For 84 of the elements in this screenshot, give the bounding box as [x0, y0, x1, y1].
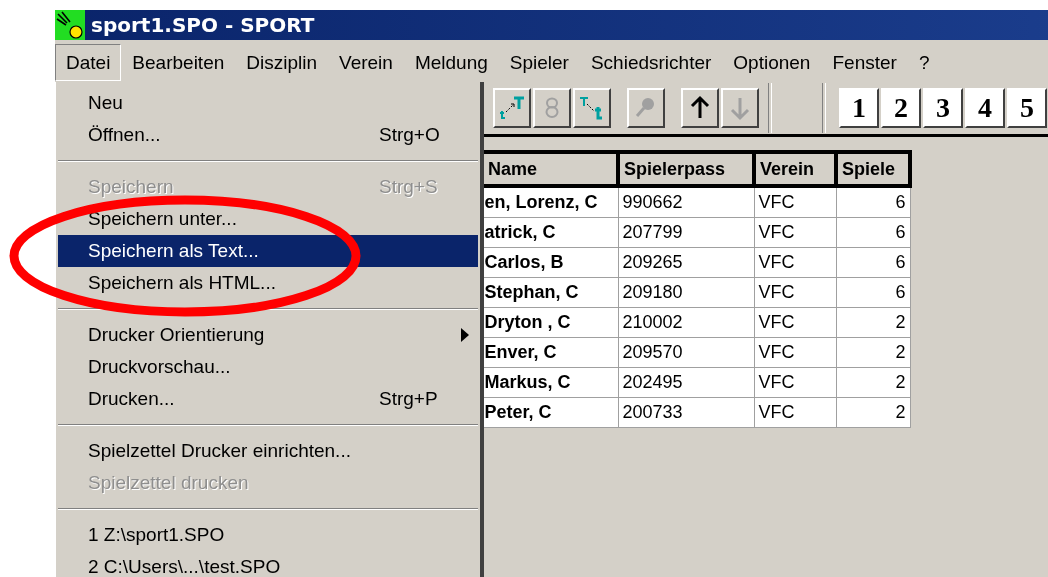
submenu-arrow-icon	[461, 328, 469, 342]
menu-entry-label: Spielzettel Drucker einrichten...	[88, 440, 351, 462]
table-cell: 200733	[618, 397, 754, 428]
table-cell: 6	[836, 247, 910, 278]
menu-item[interactable]: Verein	[328, 44, 404, 81]
menu-item[interactable]: ?	[907, 44, 941, 81]
menu-entry-label: Druckvorschau...	[88, 356, 231, 378]
column-header[interactable]: Spiele	[836, 152, 910, 186]
column-header[interactable]: Name	[482, 152, 618, 186]
table-cell: VFC	[754, 337, 836, 368]
menu-item[interactable]: Optionen	[722, 44, 822, 81]
menu-item[interactable]: Schiedsrichter	[579, 44, 723, 81]
table-cell: atrick, C	[482, 217, 618, 248]
app-logo-icon	[55, 10, 85, 40]
menu-item[interactable]: Spieler	[498, 44, 580, 81]
menu-entry-label: Speichern als Text...	[88, 240, 259, 262]
table-cell: 2	[836, 367, 910, 398]
table-cell: 209265	[618, 247, 754, 278]
menu-entry[interactable]: 1 Z:\sport1.SPO	[58, 519, 478, 551]
toolbar-button[interactable]	[681, 87, 719, 128]
table-cell: VFC	[754, 307, 836, 338]
menu-entry-label: 2 C:\Users\...\test.SPO	[88, 556, 281, 577]
table-cell: VFC	[754, 277, 836, 308]
table-cell: 6	[836, 277, 910, 308]
table-cell: 2	[836, 397, 910, 428]
table-cell: 207799	[618, 217, 754, 248]
column-header[interactable]: Verein	[754, 152, 836, 186]
toolbar-button[interactable]	[573, 87, 611, 128]
menu-entry-label: Spielzettel drucken	[88, 472, 249, 494]
number-button[interactable]: 4	[965, 87, 1005, 128]
shortcut-label: Strg+S	[379, 176, 438, 198]
table-cell: Carlos, B	[482, 247, 618, 278]
table-cell: 209570	[618, 337, 754, 368]
table-cell: VFC	[754, 186, 836, 218]
table-cell: Enver, C	[482, 337, 618, 368]
menu-entry[interactable]: Speichern als HTML...	[58, 267, 478, 299]
menu-entry[interactable]: Druckvorschau...	[58, 351, 478, 383]
number-button[interactable]: 2	[881, 87, 921, 128]
menu-item[interactable]: Bearbeiten	[121, 44, 236, 81]
menu-entry[interactable]: 2 C:\Users\...\test.SPO	[58, 551, 478, 577]
menu-entry[interactable]: Öffnen... Strg+O	[58, 119, 478, 151]
table-cell: VFC	[754, 397, 836, 428]
column-header[interactable]: Spielerpass	[618, 152, 754, 186]
table-cell: 202495	[618, 367, 754, 398]
menu-entry-label: Drucker Orientierung	[88, 324, 265, 346]
menu-entry[interactable]: Speichern unter...	[58, 203, 478, 235]
menu-entry-label: Speichern	[88, 176, 174, 198]
menu-entry-label: 1 Z:\sport1.SPO	[88, 524, 225, 546]
table-cell: 6	[836, 217, 910, 248]
menu-item[interactable]: Datei	[55, 44, 122, 81]
table-cell: Peter, C	[482, 397, 618, 428]
window-title: sport1.SPO - SPORT	[91, 13, 315, 37]
table-cell: VFC	[754, 217, 836, 248]
number-button[interactable]: 3	[923, 87, 963, 128]
menu-entry[interactable]: Drucken... Strg+P	[58, 383, 478, 415]
table-cell: 2	[836, 307, 910, 338]
menu-entry-label: Speichern als HTML...	[88, 272, 276, 294]
table-cell: 209180	[618, 277, 754, 308]
menu-entry-label: Speichern unter...	[88, 208, 237, 230]
number-button[interactable]: 1	[839, 87, 879, 128]
shortcut-label: Strg+P	[379, 388, 438, 410]
menu-entry-label: Öffnen...	[88, 124, 161, 146]
menu-entry[interactable]: Drucker Orientierung	[58, 319, 478, 351]
table-cell: en, Lorenz, C	[482, 186, 618, 218]
table-cell: 2	[836, 337, 910, 368]
table-cell: VFC	[754, 367, 836, 398]
table-cell: 6	[836, 186, 910, 218]
table-cell: 990662	[618, 186, 754, 218]
table-cell: 210002	[618, 307, 754, 338]
menu-item[interactable]: Fenster	[821, 44, 908, 81]
shortcut-label: Strg+O	[379, 124, 440, 146]
menu-entry[interactable]: Neu	[58, 87, 478, 119]
table-cell: VFC	[754, 247, 836, 278]
menu-entry-label: Drucken...	[88, 388, 175, 410]
menu-entry[interactable]: Spielzettel Drucker einrichten...	[58, 435, 478, 467]
menu-item[interactable]: Disziplin	[235, 44, 328, 81]
table-cell: Markus, C	[482, 367, 618, 398]
table-cell: Stephan, C	[482, 277, 618, 308]
menu-entry-label: Neu	[88, 92, 123, 114]
toolbar-button[interactable]	[493, 87, 531, 128]
table-cell: Dryton , C	[482, 307, 618, 338]
menu-entry[interactable]: Speichern als Text...	[58, 235, 478, 267]
number-button[interactable]: 5	[1007, 87, 1047, 128]
menu-item[interactable]: Meldung	[403, 44, 499, 81]
